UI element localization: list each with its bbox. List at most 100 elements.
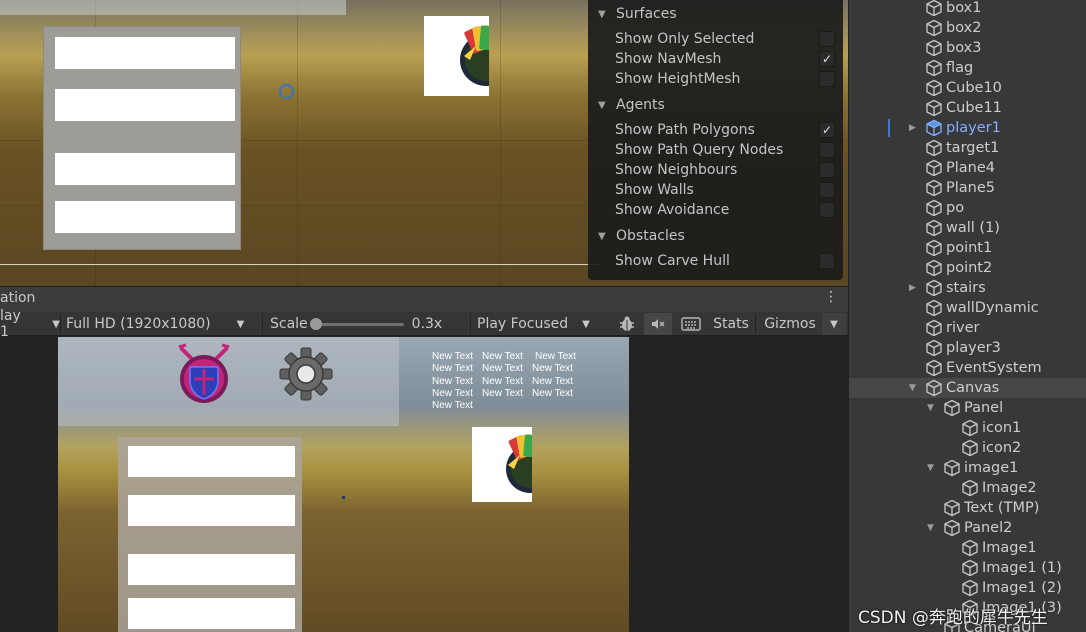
checkbox-checked[interactable]: ✓ bbox=[819, 122, 835, 138]
hierarchy-item[interactable]: icon1 bbox=[849, 418, 1086, 438]
canvas-bound-line bbox=[0, 264, 600, 265]
hierarchy-item[interactable]: ▼ Panel2 bbox=[849, 518, 1086, 538]
hierarchy-item[interactable]: target1 bbox=[849, 138, 1086, 158]
hierarchy-item-label: point1 bbox=[946, 240, 993, 256]
separator bbox=[470, 314, 471, 334]
checkbox[interactable] bbox=[819, 71, 835, 87]
hierarchy-item-label: player1 bbox=[946, 120, 1001, 136]
option-show-path-query-nodes[interactable]: Show Path Query Nodes bbox=[615, 140, 835, 160]
checkbox[interactable] bbox=[819, 253, 835, 269]
chevron-right-icon[interactable]: ▶ bbox=[909, 283, 916, 293]
hierarchy-panel[interactable]: box1 box2 box3 flag Cube10 Cube11 ▶ player1 targ… bbox=[848, 0, 1086, 632]
tmp-text: New Text bbox=[532, 376, 573, 387]
chevron-down-icon[interactable]: ▼ bbox=[909, 383, 916, 393]
game-tab-title[interactable]: ation bbox=[0, 290, 35, 306]
section-surfaces[interactable]: ▼ Surfaces bbox=[598, 6, 677, 22]
card-fan-image[interactable] bbox=[424, 16, 489, 96]
navmesh-agent-gizmo[interactable] bbox=[279, 84, 294, 99]
hierarchy-item[interactable]: Text (TMP) bbox=[849, 498, 1086, 518]
scale-slider[interactable] bbox=[309, 317, 404, 330]
option-show-carve-hull[interactable]: Show Carve Hull bbox=[615, 251, 835, 271]
chevron-down-icon[interactable]: ▼ bbox=[598, 231, 616, 242]
option-show-avoidance[interactable]: Show Avoidance bbox=[615, 200, 835, 220]
navigation-overlay[interactable]: ▼ Surfaces Show Only Selected Show NavMe… bbox=[588, 0, 843, 280]
game-ui-panel[interactable] bbox=[118, 437, 302, 632]
chevron-down-icon[interactable]: ▼ bbox=[927, 403, 934, 413]
play-mode-dropdown[interactable]: Play Focused ▼ bbox=[477, 312, 609, 336]
keyboard-shortcuts-icon[interactable] bbox=[676, 313, 706, 335]
mute-audio-icon[interactable] bbox=[644, 313, 672, 335]
scene-ui-panel[interactable] bbox=[43, 26, 241, 250]
checkbox[interactable] bbox=[819, 182, 835, 198]
hierarchy-item[interactable]: box1 bbox=[849, 0, 1086, 18]
option-show-heightmesh[interactable]: Show HeightMesh bbox=[615, 69, 835, 89]
tmp-text: New Text bbox=[482, 376, 523, 387]
hierarchy-item[interactable]: Plane4 bbox=[849, 158, 1086, 178]
hierarchy-item[interactable]: icon2 bbox=[849, 438, 1086, 458]
hierarchy-item-label: box1 bbox=[946, 0, 982, 16]
option-show-path-polygons[interactable]: Show Path Polygons ✓ bbox=[615, 120, 835, 140]
hierarchy-item-label: Cube10 bbox=[946, 80, 1002, 96]
hierarchy-item[interactable]: point1 bbox=[849, 238, 1086, 258]
option-show-walls[interactable]: Show Walls bbox=[615, 180, 835, 200]
hierarchy-item[interactable]: box2 bbox=[849, 18, 1086, 38]
scale-slider-handle[interactable] bbox=[309, 317, 322, 330]
bug-icon[interactable] bbox=[612, 313, 642, 335]
hierarchy-item[interactable]: wall (1) bbox=[849, 218, 1086, 238]
chevron-down-icon[interactable]: ▼ bbox=[927, 463, 934, 473]
option-show-navmesh[interactable]: Show NavMesh ✓ bbox=[615, 49, 835, 69]
hierarchy-item[interactable]: point2 bbox=[849, 258, 1086, 278]
hierarchy-item[interactable]: Image1 bbox=[849, 538, 1086, 558]
checkbox-checked[interactable]: ✓ bbox=[819, 51, 835, 67]
more-options-icon[interactable]: ⋮ bbox=[824, 289, 838, 305]
gameobject-cube-icon bbox=[925, 259, 943, 277]
card-fan-image[interactable] bbox=[472, 427, 532, 502]
shield-icon[interactable] bbox=[176, 343, 232, 407]
option-show-neighbours[interactable]: Show Neighbours bbox=[615, 160, 835, 180]
hierarchy-item[interactable]: Image1 (2) bbox=[849, 578, 1086, 598]
hierarchy-item[interactable]: box3 bbox=[849, 38, 1086, 58]
chevron-down-icon[interactable]: ▼ bbox=[927, 523, 934, 533]
gizmos-dropdown[interactable]: ▼ bbox=[822, 313, 846, 335]
hierarchy-item[interactable]: wallDynamic bbox=[849, 298, 1086, 318]
gameobject-cube-icon bbox=[925, 299, 943, 317]
hierarchy-item[interactable]: ▼ image1 bbox=[849, 458, 1086, 478]
stats-button[interactable]: Stats bbox=[708, 313, 754, 335]
scene-view[interactable]: ▼ Surfaces Show Only Selected Show NavMe… bbox=[0, 0, 848, 286]
chevron-down-icon[interactable]: ▼ bbox=[598, 100, 616, 111]
game-canvas[interactable]: New Text New Text New Text New Text New … bbox=[58, 337, 629, 632]
hierarchy-item[interactable]: po bbox=[849, 198, 1086, 218]
hierarchy-item[interactable]: ▼ Panel bbox=[849, 398, 1086, 418]
checkbox[interactable] bbox=[819, 142, 835, 158]
hierarchy-item[interactable]: ▶ player1 bbox=[849, 118, 1086, 138]
hierarchy-item[interactable]: ▶ stairs bbox=[849, 278, 1086, 298]
checkbox[interactable] bbox=[819, 202, 835, 218]
hierarchy-item-label: flag bbox=[946, 60, 974, 76]
hierarchy-item[interactable]: Image1 (1) bbox=[849, 558, 1086, 578]
hierarchy-item[interactable]: EventSystem bbox=[849, 358, 1086, 378]
hierarchy-item[interactable]: river bbox=[849, 318, 1086, 338]
hierarchy-item-label: box3 bbox=[946, 40, 982, 56]
resolution-dropdown[interactable]: Full HD (1920x1080) ▼ bbox=[66, 312, 258, 336]
hierarchy-item-label: icon1 bbox=[982, 420, 1022, 436]
display-dropdown[interactable]: lay 1 ▼ bbox=[0, 308, 60, 340]
hierarchy-item[interactable]: player3 bbox=[849, 338, 1086, 358]
tmp-text: New Text bbox=[532, 388, 573, 399]
hierarchy-item[interactable]: Cube10 bbox=[849, 78, 1086, 98]
hierarchy-item[interactable]: Image2 bbox=[849, 478, 1086, 498]
option-show-only-selected[interactable]: Show Only Selected bbox=[615, 29, 835, 49]
chevron-right-icon[interactable]: ▶ bbox=[909, 123, 916, 133]
scale-control[interactable]: Scale 0.3x bbox=[270, 312, 466, 336]
checkbox[interactable] bbox=[819, 162, 835, 178]
hierarchy-item[interactable]: ▼ Canvas bbox=[849, 378, 1086, 398]
checkbox[interactable] bbox=[819, 31, 835, 47]
section-obstacles[interactable]: ▼ Obstacles bbox=[598, 228, 685, 244]
section-agents[interactable]: ▼ Agents bbox=[598, 97, 665, 113]
hierarchy-item[interactable]: flag bbox=[849, 58, 1086, 78]
hierarchy-item[interactable]: Plane5 bbox=[849, 178, 1086, 198]
settings-gear-icon[interactable] bbox=[278, 345, 334, 403]
chevron-down-icon[interactable]: ▼ bbox=[598, 9, 616, 20]
hierarchy-item[interactable]: Cube11 bbox=[849, 98, 1086, 118]
hierarchy-item-label: Canvas bbox=[946, 380, 1000, 396]
gizmos-button[interactable]: Gizmos bbox=[758, 313, 822, 335]
